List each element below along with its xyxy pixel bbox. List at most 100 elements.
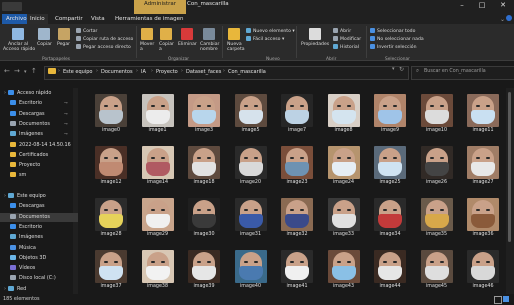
file-item[interactable]: image41 [275, 250, 319, 296]
file-item[interactable]: image12 [89, 146, 133, 192]
sidebar-item-escritorio[interactable]: Escritorio ⊸ [0, 99, 83, 108]
sidebar-item-este-equipo[interactable]: › Este equipo [0, 192, 77, 201]
file-item[interactable]: image26 [415, 146, 459, 192]
move-to-icon[interactable] [141, 28, 153, 40]
file-item[interactable]: image9 [368, 94, 412, 140]
file-item[interactable]: image39 [182, 250, 226, 296]
breadcrumb-dataset-faces[interactable]: Dataset_faces [186, 69, 221, 75]
sidebar-item-im-genes[interactable]: Imágenes [0, 233, 83, 242]
move-to-button[interactable]: Mover a [140, 42, 154, 52]
sidebar-item-m-sica[interactable]: Música [0, 244, 83, 253]
file-item[interactable]: image27 [461, 146, 505, 192]
details-view-icon[interactable] [494, 296, 502, 304]
copy-button[interactable]: Copiar [37, 42, 52, 47]
open-button[interactable]: Abrir [333, 28, 351, 34]
close-icon[interactable]: ✕ [493, 0, 513, 14]
sidebar-item-objetos-3d[interactable]: Objetos 3D [0, 254, 83, 263]
sidebar-item-2022-08-14-14-50-16[interactable]: 2022-08-14 14.50.16 [0, 141, 83, 150]
file-item[interactable]: image14 [136, 146, 180, 192]
refresh-icon[interactable]: ↻ [399, 66, 404, 73]
up-icon[interactable]: ↑ [31, 67, 37, 75]
file-item[interactable]: image46 [461, 250, 505, 296]
file-item[interactable]: image20 [229, 146, 273, 192]
file-item[interactable]: image0 [89, 94, 133, 140]
maximize-icon[interactable]: □ [472, 0, 492, 14]
delete-button[interactable]: Eliminar [178, 42, 197, 47]
scrollbar-thumb[interactable] [508, 92, 511, 242]
file-item[interactable]: image7 [275, 94, 319, 140]
sidebar-item-escritorio[interactable]: Escritorio [0, 223, 83, 232]
pin-icon[interactable] [12, 28, 24, 40]
minimize-icon[interactable]: – [452, 0, 472, 14]
forward-icon[interactable]: → [14, 67, 20, 75]
select-all-button[interactable]: Seleccionar todo [370, 28, 415, 34]
paste-icon[interactable] [58, 28, 70, 40]
file-item[interactable]: image44 [368, 250, 412, 296]
context-tab-manage[interactable]: Administrar [134, 0, 186, 14]
file-item[interactable]: image11 [461, 94, 505, 140]
sidebar-item-im-genes[interactable]: Imágenes ⊸ [0, 130, 83, 139]
rename-button[interactable]: Cambiar nombre [200, 42, 219, 52]
pin-quick-access-button[interactable]: Anclar al Acceso rápido [3, 42, 35, 52]
file-item[interactable]: image23 [275, 146, 319, 192]
sidebar-item-acceso-r-pido[interactable]: › Acceso rápido [0, 89, 77, 98]
sidebar-item-v-deos[interactable]: Vídeos [0, 264, 83, 273]
tab-share[interactable]: Compartir [52, 14, 86, 24]
paste-shortcut-button[interactable]: Pegar acceso directo [76, 44, 131, 50]
large-icons-view-icon[interactable] [503, 296, 509, 302]
sidebar-item-sm[interactable]: sm [0, 171, 83, 180]
copy-path-button[interactable]: Copiar ruta de acceso [76, 36, 133, 42]
file-item[interactable]: image18 [182, 146, 226, 192]
file-item[interactable]: image32 [275, 198, 319, 244]
sidebar-item-documentos[interactable]: Documentos ⊸ [0, 120, 83, 129]
file-item[interactable]: image25 [368, 146, 412, 192]
new-folder-icon[interactable] [228, 28, 240, 40]
rename-icon[interactable] [203, 28, 215, 40]
easy-access-button[interactable]: Fácil acceso ▾ [246, 36, 284, 42]
file-item[interactable]: image45 [415, 250, 459, 296]
copy-icon[interactable] [38, 28, 50, 40]
breadcrumb-documents[interactable]: Documentos [101, 69, 133, 75]
sidebar-item-red[interactable]: › Red [0, 285, 77, 294]
chevron-down-icon[interactable]: ⌄ [500, 16, 505, 23]
sidebar-item-documentos[interactable]: Documentos [0, 212, 83, 222]
file-item[interactable]: image29 [136, 198, 180, 244]
history-button[interactable]: Historial [333, 44, 359, 50]
file-item[interactable]: image31 [229, 198, 273, 244]
select-none-button[interactable]: No seleccionar nada [370, 36, 424, 42]
breadcrumb-this-pc[interactable]: Este equipo [63, 69, 92, 75]
file-item[interactable]: image8 [322, 94, 366, 140]
breadcrumb-con-mascarilla[interactable]: Con_mascarilla [228, 69, 266, 75]
file-item[interactable]: image34 [368, 198, 412, 244]
file-item[interactable]: image24 [322, 146, 366, 192]
file-item[interactable]: image33 [322, 198, 366, 244]
new-item-button[interactable]: Nuevo elemento ▾ [246, 28, 295, 34]
quick-access-toolbar[interactable] [2, 2, 22, 11]
delete-icon[interactable] [181, 28, 193, 40]
new-folder-button[interactable]: Nueva carpeta [227, 42, 245, 52]
file-item[interactable]: image43 [322, 250, 366, 296]
breadcrumb-ia[interactable]: IA [141, 69, 146, 75]
chevron-down-icon[interactable]: ▾ [392, 66, 395, 72]
cut-button[interactable]: Cortar [76, 28, 97, 34]
paste-button[interactable]: Pegar [57, 42, 70, 47]
address-bar[interactable] [44, 66, 409, 80]
file-item[interactable]: image38 [136, 250, 180, 296]
file-item[interactable]: image40 [229, 250, 273, 296]
file-item[interactable]: image10 [415, 94, 459, 140]
properties-icon[interactable] [309, 28, 321, 40]
tab-home[interactable]: Inicio [27, 14, 48, 24]
edit-button[interactable]: Modificar [333, 36, 361, 42]
tab-picture-tools[interactable]: Herramientas de imagen [112, 14, 186, 24]
copy-to-icon[interactable] [160, 28, 172, 40]
copy-to-button[interactable]: Copiar a [159, 42, 174, 52]
file-item[interactable]: image3 [182, 94, 226, 140]
file-item[interactable]: image36 [461, 198, 505, 244]
file-item[interactable]: image1 [136, 94, 180, 140]
file-item[interactable]: image37 [89, 250, 133, 296]
tab-view[interactable]: Vista [88, 14, 108, 24]
invert-selection-button[interactable]: Invertir selección [370, 44, 417, 50]
sidebar-item-descargas[interactable]: Descargas ⊸ [0, 110, 83, 119]
file-item[interactable]: image28 [89, 198, 133, 244]
sidebar-item-disco-local-c[interactable]: Disco local (C:) [0, 274, 83, 283]
